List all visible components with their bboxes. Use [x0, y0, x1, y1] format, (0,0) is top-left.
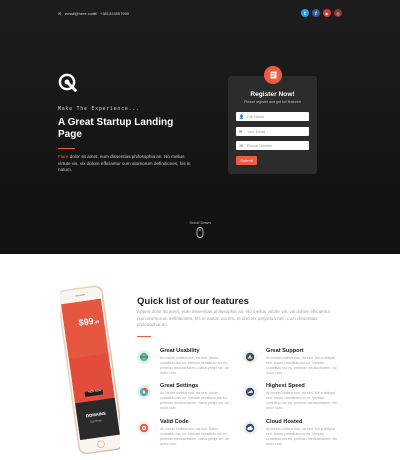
feature-description: An munin civibus eos, ea sed. Usurn cons… — [160, 427, 230, 447]
phone-contact[interactable]: ☏ +381224557999 — [93, 11, 129, 16]
feature-title: Great Settings — [160, 383, 199, 389]
brand-logo[interactable] — [58, 73, 77, 92]
social-links: t f ▶ ◎ — [301, 9, 342, 17]
user-icon: 👤 — [239, 114, 244, 119]
envelope-icon: ✉ — [239, 129, 243, 134]
phone-price-cents: .99 — [93, 319, 100, 325]
email-text: email@here.com — [65, 11, 96, 16]
email-contact[interactable]: ✉ email@here.com — [58, 11, 95, 16]
feature-valid-code: Valid Code An munin civibus eos, ea sed.… — [137, 419, 232, 449]
speed-icon — [243, 385, 257, 399]
feature-great-usability: Great Usability An munin civibus eos, ea… — [137, 348, 232, 378]
feature-title: Great Support — [266, 348, 304, 354]
full-name-placeholder: Full Name — [247, 114, 265, 119]
support-icon — [243, 350, 257, 364]
scroll-down-label: Scroll Down — [189, 220, 211, 225]
headline-divider — [58, 148, 75, 149]
cloud-icon — [243, 421, 257, 435]
envelope-icon: ✉ — [58, 10, 62, 16]
register-subtitle: Please register and get full featured — [244, 100, 301, 104]
email-field[interactable]: ✉ Your Email — [236, 127, 309, 136]
feature-description: An munin civibus eos, ea sed. Usurn cons… — [160, 356, 230, 376]
phone-mockup — [60, 285, 120, 455]
feature-title: Highest Speed — [266, 383, 305, 389]
register-title: Register Now! — [250, 91, 295, 98]
feature-great-support: Great Support An munin civibus eos, ea s… — [243, 348, 338, 378]
full-name-field[interactable]: 👤 Full Name — [236, 112, 309, 121]
hero-section: ✉ email@here.com ☏ +381224557999 t f ▶ ◎… — [0, 0, 400, 254]
youtube-icon[interactable]: ▶ — [323, 9, 331, 17]
hero-tagline: Make The Experience... — [58, 106, 140, 112]
features-intro: Appeo dolor sit amet, eum dissentias phi… — [137, 309, 331, 328]
phone-icon: ☏ — [93, 10, 99, 16]
submit-button[interactable]: Submit — [236, 156, 257, 165]
form-badge — [264, 66, 282, 84]
feature-description: An munin civibus eos, ea sed. Me a vidiq… — [266, 356, 337, 376]
features-title: Quick list of our features — [137, 296, 249, 307]
twitter-icon[interactable]: t — [301, 9, 309, 17]
phone-icon: ☏ — [239, 143, 245, 148]
usability-icon — [137, 350, 151, 364]
feature-great-settings: Great Settings An munin civibus eos, ea … — [137, 383, 232, 413]
code-icon — [137, 421, 151, 435]
feature-title: Valid Code — [160, 419, 189, 425]
hero-description: Flare dolor sit amet, eum dissentias phi… — [58, 154, 198, 174]
hero-description-text: dolor sit amet, eum dissentias philosoph… — [58, 154, 191, 173]
register-form-card: Register Now! Please register and get fu… — [228, 66, 317, 174]
phone-text: +381224557999 — [100, 11, 130, 16]
hero-brand-word: Flare — [58, 154, 69, 159]
email-placeholder: Your Email — [247, 129, 266, 134]
feature-description: An munin civibus eos, ea sed. Me a vidiq… — [266, 391, 337, 411]
mouse-scroll-icon[interactable] — [196, 227, 204, 238]
instagram-icon[interactable]: ◎ — [334, 9, 342, 17]
hero-headline: A Great Startup Landing Page — [58, 117, 174, 140]
features-divider — [137, 336, 151, 337]
settings-icon — [137, 385, 151, 399]
feature-title: Cloud Hosted — [266, 419, 303, 425]
phone-placeholder: Phone Number — [247, 143, 273, 148]
phone-number-field[interactable]: ☏ Phone Number — [236, 141, 309, 150]
phone-price-main: $99 — [78, 315, 95, 328]
feature-title: Great Usability — [160, 348, 200, 354]
facebook-icon[interactable]: f — [312, 9, 320, 17]
document-icon — [270, 71, 276, 79]
feature-description: An munin civibus eos, ea sed. Usurn cons… — [160, 391, 230, 411]
feature-highest-speed: Highest Speed An munin civibus eos, ea s… — [243, 383, 338, 413]
feature-cloud-hosted: Cloud Hosted An munin civibus eos, ea se… — [243, 419, 338, 449]
top-contact-bar: ✉ email@here.com ☏ +381224557999 t f ▶ ◎ — [58, 9, 342, 19]
feature-description: An munin civibus eos, ea sed. Me a vidiq… — [266, 427, 337, 447]
